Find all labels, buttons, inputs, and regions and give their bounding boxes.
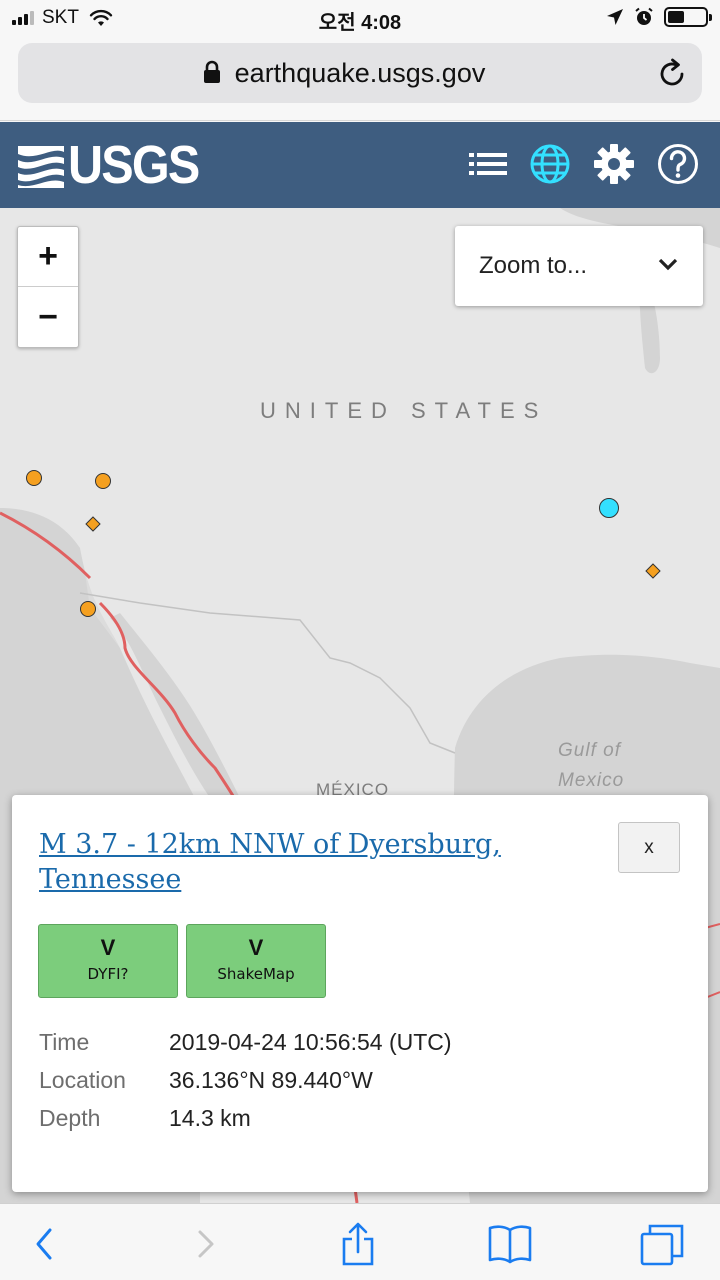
usgs-logo-text: USGS: [68, 135, 200, 195]
dyfi-label: DYFI?: [87, 965, 129, 983]
status-right: [606, 7, 712, 27]
earthquake-marker-selected[interactable]: [598, 497, 620, 519]
browser-toolbar: [0, 1203, 720, 1280]
map-label-gulf-of-mexico: Gulf of Mexico: [558, 736, 624, 796]
time-label: Time: [39, 1029, 90, 1055]
earthquake-title-link[interactable]: M 3.7 - 12km NNW of Dyersburg, Tennessee: [39, 827, 559, 897]
gulf-label-line-2: Mexico: [558, 770, 625, 791]
shakemap-intensity: V: [248, 935, 264, 960]
url-text: earthquake.usgs.gov: [234, 58, 486, 88]
location-value: 36.136°N 89.440°W: [169, 1067, 373, 1093]
usgs-waves-icon: [18, 146, 64, 188]
zoom-control: + −: [17, 226, 79, 348]
shakemap-label: ShakeMap: [217, 965, 295, 983]
location-arrow-icon: [607, 9, 623, 25]
time-value: 2019-04-24 10:56:54 (UTC): [169, 1029, 452, 1055]
shakemap-badge[interactable]: V ShakeMap: [186, 924, 326, 998]
earthquake-marker[interactable]: [94, 472, 112, 490]
globe-icon[interactable]: [528, 142, 572, 186]
earthquake-marker-diamond[interactable]: [85, 516, 101, 532]
address-bar[interactable]: earthquake.usgs.gov: [18, 43, 702, 103]
gulf-label-line-1: Gulf of: [558, 740, 621, 761]
earthquake-marker-diamond[interactable]: [645, 563, 661, 579]
depth-label: Depth: [39, 1105, 101, 1131]
zoom-to-select[interactable]: Zoom to...: [455, 226, 703, 306]
tabs-icon[interactable]: [638, 1222, 686, 1266]
reload-icon[interactable]: [656, 57, 688, 89]
status-bar: SKT 오전 4:08: [0, 0, 720, 36]
zoom-in-button[interactable]: +: [18, 227, 78, 287]
gear-icon[interactable]: [592, 142, 636, 186]
back-icon[interactable]: [22, 1222, 70, 1266]
earthquake-marker[interactable]: [25, 469, 43, 487]
forward-icon[interactable]: [182, 1222, 230, 1266]
dyfi-badge[interactable]: V DYFI?: [38, 924, 178, 998]
usgs-header: USGS: [0, 122, 720, 208]
help-icon[interactable]: [656, 142, 700, 186]
close-button[interactable]: x: [618, 822, 680, 873]
location-label: Location: [39, 1067, 126, 1093]
dyfi-intensity: V: [100, 935, 116, 960]
depth-value: 14.3 km: [169, 1105, 251, 1131]
list-icon[interactable]: [466, 142, 510, 186]
zoom-out-button[interactable]: −: [18, 287, 78, 347]
chevron-down-icon: [658, 258, 678, 271]
map-label-united-states: UNITED STATES: [260, 398, 548, 423]
earthquake-marker[interactable]: [79, 600, 97, 618]
usgs-logo[interactable]: USGS: [16, 138, 213, 192]
earthquake-popup: M 3.7 - 12km NNW of Dyersburg, Tennessee…: [12, 795, 708, 1192]
browser-separator: [0, 120, 720, 121]
share-icon[interactable]: [334, 1222, 382, 1266]
bookmarks-icon[interactable]: [486, 1222, 534, 1266]
battery-icon: [664, 7, 712, 27]
zoom-to-label: Zoom to...: [479, 252, 588, 279]
alarm-icon: [635, 7, 653, 25]
